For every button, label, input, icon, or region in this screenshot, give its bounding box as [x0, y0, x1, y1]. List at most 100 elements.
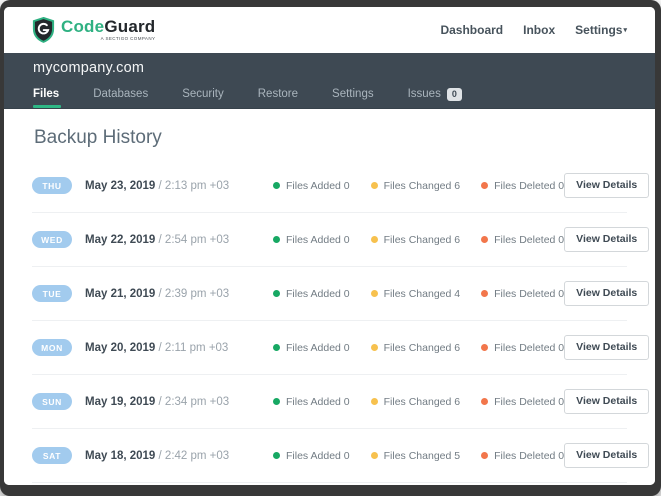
view-details-button[interactable]: View Details: [564, 281, 650, 306]
files-deleted-stat: Files Deleted 0: [481, 180, 564, 192]
tab-issues[interactable]: Issues 0: [408, 82, 462, 108]
codeguard-app: CodeGuard A SECTIGO COMPANY Dashboard In…: [4, 7, 655, 485]
files-changed-stat: Files Changed 6: [370, 342, 460, 354]
backup-time-text: / 2:13 pm +03: [155, 179, 230, 192]
files-added-stat: Files Added 0: [273, 180, 350, 192]
files-deleted-label: Files Deleted 0: [494, 341, 565, 354]
row-actions: View Details Restore Options: [564, 281, 655, 306]
day-badge: THU: [32, 177, 72, 194]
site-domain: mycompany.com: [33, 59, 145, 76]
view-details-button[interactable]: View Details: [564, 227, 650, 252]
backup-date-text: May 19, 2019: [85, 395, 156, 408]
backup-date-text: May 20, 2019: [85, 341, 156, 354]
backup-time-text: / 2:39 pm +03: [155, 287, 230, 300]
backup-row: MON May 20, 2019 / 2:11 pm +03 Files Add…: [32, 321, 650, 375]
files-added-label: Files Added 0: [286, 449, 350, 462]
files-deleted-label: Files Deleted 0: [494, 233, 565, 246]
nav-item-settings[interactable]: Settings▾: [575, 23, 627, 37]
site-bar: mycompany.com: [4, 53, 655, 82]
backup-row: TUE May 21, 2019 / 2:39 pm +03 Files Add…: [32, 267, 650, 321]
logo-wordmark: CodeGuard A SECTIGO COMPANY: [61, 18, 155, 42]
files-changed-dot-icon: [370, 290, 378, 297]
files-changed-label: Files Changed 4: [383, 287, 461, 300]
backup-time-text: / 2:42 pm +03: [155, 449, 230, 462]
backup-row: THU May 23, 2019 / 2:13 pm +03 Files Add…: [32, 159, 650, 213]
files-deleted-dot-icon: [481, 344, 489, 351]
files-added-dot-icon: [273, 398, 280, 405]
tab-settings[interactable]: Settings: [332, 82, 374, 108]
view-details-button[interactable]: View Details: [564, 443, 650, 468]
backup-time-text: / 2:11 pm +03: [155, 341, 229, 354]
files-deleted-label: Files Deleted 0: [494, 395, 565, 408]
files-added-stat: Files Added 0: [273, 288, 350, 300]
app-window-frame: CodeGuard A SECTIGO COMPANY Dashboard In…: [0, 0, 661, 496]
view-details-button[interactable]: View Details: [564, 335, 650, 360]
files-changed-stat: Files Changed 5: [370, 450, 460, 462]
backup-row: SAT May 18, 2019 / 2:42 pm +03 Files Add…: [32, 429, 650, 483]
files-deleted-dot-icon: [481, 236, 489, 243]
files-deleted-label: Files Deleted 0: [494, 449, 565, 462]
row-actions: View Details Restore Options: [564, 389, 655, 414]
backup-time-text: / 2:54 pm +03: [155, 233, 230, 246]
files-added-dot-icon: [273, 182, 280, 189]
view-details-button[interactable]: View Details: [564, 389, 650, 414]
files-changed-dot-icon: [370, 236, 378, 243]
backup-row: WED May 22, 2019 / 2:54 pm +03 Files Add…: [32, 213, 650, 267]
codeguard-logo[interactable]: CodeGuard A SECTIGO COMPANY: [32, 17, 155, 43]
row-actions: View Details Restore Options: [564, 443, 655, 468]
backup-stats: Files Added 0 Files Changed 5 Files Dele…: [273, 450, 564, 462]
top-bar: CodeGuard A SECTIGO COMPANY Dashboard In…: [4, 7, 655, 53]
page-title: Backup History: [34, 127, 162, 148]
view-details-button[interactable]: View Details: [564, 173, 650, 198]
tab-files[interactable]: Files: [33, 82, 62, 108]
files-changed-dot-icon: [370, 182, 378, 189]
files-deleted-dot-icon: [481, 290, 489, 297]
files-changed-dot-icon: [370, 344, 378, 351]
files-changed-dot-icon: [370, 452, 378, 459]
backup-stats: Files Added 0 Files Changed 6 Files Dele…: [273, 234, 564, 246]
tab-security[interactable]: Security: [182, 82, 224, 108]
backup-date: May 18, 2019 / 2:42 pm +03: [85, 450, 273, 462]
files-deleted-stat: Files Deleted 0: [481, 342, 564, 354]
files-changed-stat: Files Changed 6: [370, 234, 460, 246]
backup-stats: Files Added 0 Files Changed 6 Files Dele…: [273, 180, 564, 192]
files-deleted-stat: Files Deleted 0: [481, 396, 564, 408]
backup-date: May 22, 2019 / 2:54 pm +03: [85, 234, 273, 246]
day-badge: SAT: [32, 447, 72, 464]
files-deleted-stat: Files Deleted 0: [481, 234, 564, 246]
files-added-dot-icon: [273, 290, 280, 297]
nav-item-inbox[interactable]: Inbox: [523, 23, 555, 37]
files-deleted-dot-icon: [481, 452, 489, 459]
tab-restore[interactable]: Restore: [258, 82, 298, 108]
main-content: Backup History THU May 23, 2019 / 2:13 p…: [4, 109, 655, 485]
files-changed-label: Files Changed 6: [383, 395, 461, 408]
files-changed-stat: Files Changed 6: [370, 395, 461, 408]
logo-word: CodeGuard: [61, 17, 156, 37]
chevron-down-icon: ▾: [623, 27, 627, 34]
files-added-dot-icon: [273, 344, 280, 351]
backup-date-text: May 18, 2019: [85, 449, 156, 462]
day-badge: TUE: [32, 285, 72, 302]
row-actions: View Details Restore Options: [564, 227, 655, 252]
tab-databases[interactable]: Databases: [93, 82, 148, 108]
files-changed-dot-icon: [370, 398, 378, 405]
backup-time-text: / 2:34 pm +03: [155, 395, 230, 408]
logo-tagline: A SECTIGO COMPANY: [100, 36, 156, 42]
tab-bar: Files Databases Security Restore Setting…: [4, 82, 655, 109]
backup-stats: Files Added 0 Files Changed 6 Files Dele…: [273, 342, 564, 354]
issues-count-badge: 0: [446, 87, 462, 101]
files-added-stat: Files Added 0: [273, 234, 350, 246]
day-badge: WED: [32, 231, 72, 248]
backup-row: SUN May 19, 2019 / 2:34 pm +03 Files Add…: [32, 375, 650, 429]
row-actions: View Details Restore Options: [564, 173, 655, 198]
backup-date-text: May 21, 2019: [85, 287, 156, 300]
shield-logo-icon: [32, 17, 55, 43]
files-changed-stat: Files Changed 6: [370, 180, 460, 192]
files-deleted-dot-icon: [481, 398, 489, 405]
files-added-label: Files Added 0: [286, 341, 350, 354]
day-badge: MON: [32, 339, 72, 356]
files-deleted-label: Files Deleted 0: [494, 287, 565, 300]
nav-item-dashboard[interactable]: Dashboard: [440, 23, 503, 37]
files-added-label: Files Added 0: [286, 233, 350, 246]
files-added-label: Files Added 0: [286, 395, 350, 408]
